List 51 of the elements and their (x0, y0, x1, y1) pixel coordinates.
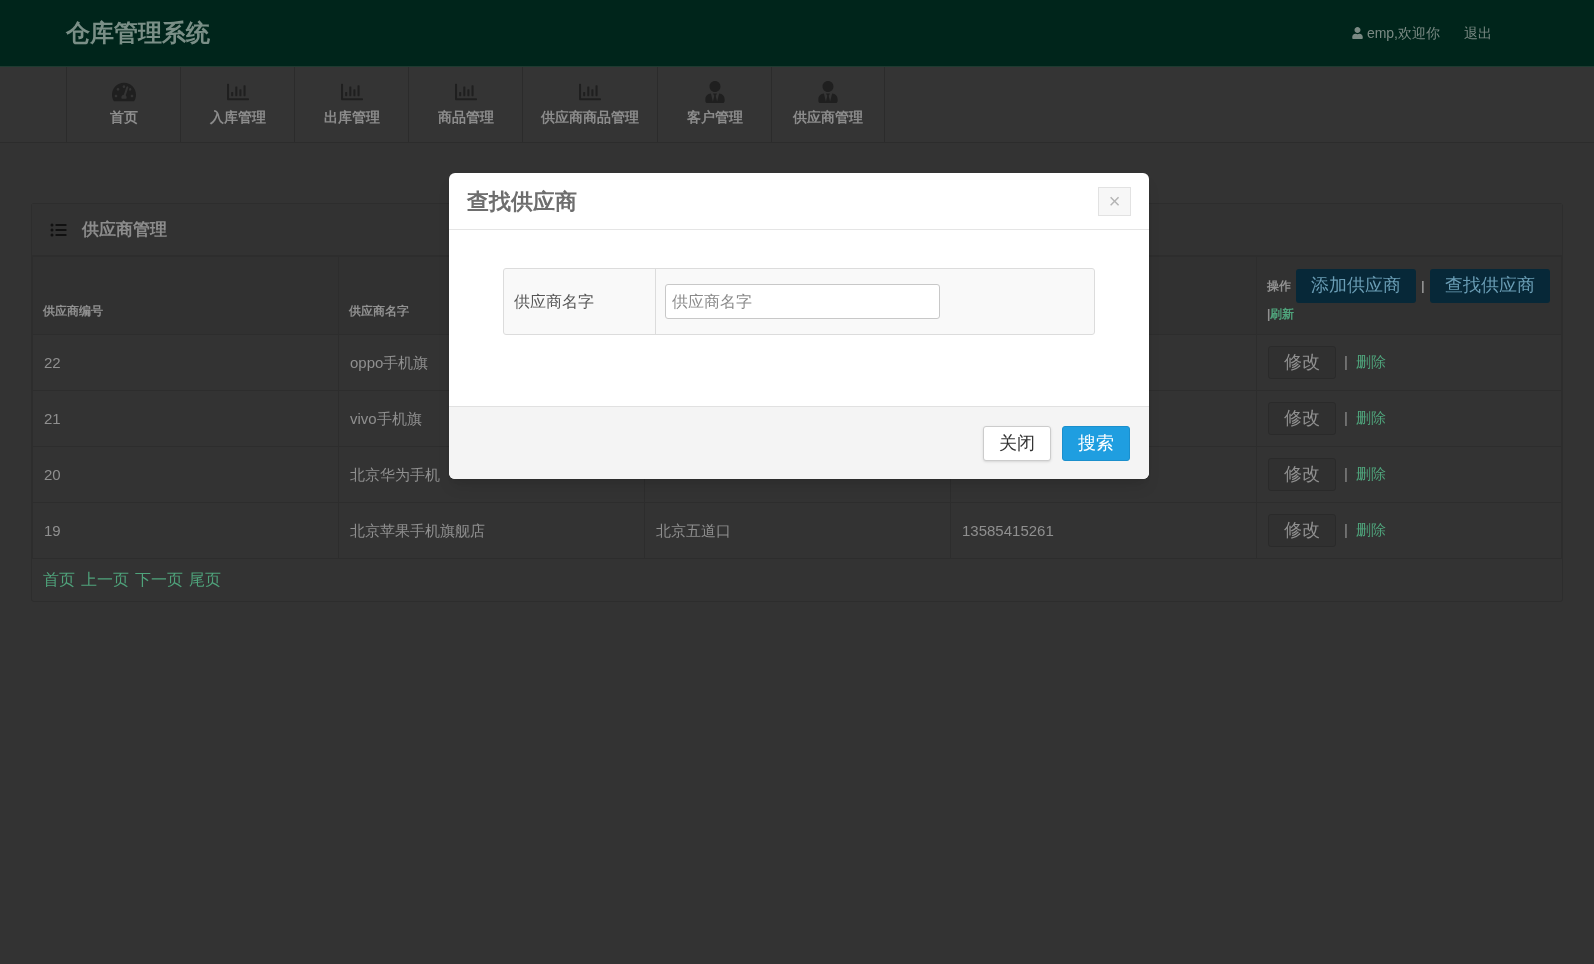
nav-item[interactable]: 商品管理 (408, 67, 522, 142)
logout-link[interactable]: 退出 (1464, 22, 1492, 44)
field-label: 供应商名字 (514, 291, 594, 312)
search-button[interactable]: 搜索 (1062, 425, 1130, 461)
table-cell: 19 (44, 521, 61, 539)
separator: | (1344, 520, 1348, 541)
app-title: 仓库管理系统 (66, 18, 210, 48)
nav-item[interactable]: 客户管理 (657, 67, 771, 142)
edit-button[interactable]: 修改 (1268, 514, 1336, 547)
welcome-link[interactable]: emp,欢迎你 (1366, 22, 1440, 44)
delete-link[interactable]: 删除 (1355, 351, 1386, 374)
separator: | (1344, 352, 1348, 373)
close-dialog-button[interactable]: 关闭 (983, 425, 1051, 461)
table-cell: vivo手机旗 (350, 409, 422, 427)
edit-button[interactable]: 修改 (1268, 458, 1336, 491)
pagination-link[interactable]: 下一页 (135, 568, 183, 592)
panel-title: 供应商管理 (82, 218, 167, 241)
actions-label: 操作 (1267, 277, 1291, 295)
edit-button[interactable]: 修改 (1268, 346, 1336, 379)
delete-link[interactable]: 删除 (1355, 463, 1386, 486)
table-cell: oppo手机旗 (350, 353, 429, 371)
list-icon (49, 221, 68, 238)
table-cell: 21 (44, 409, 61, 427)
delete-link[interactable]: 删除 (1355, 407, 1386, 430)
nav-item[interactable]: 出库管理 (294, 67, 408, 142)
dialog-title: 查找供应商 (467, 187, 577, 216)
column-header: 供应商编号 (32, 256, 339, 335)
user-icon (1351, 27, 1363, 39)
separator: | (1267, 305, 1271, 323)
refresh-link[interactable]: 刷新 (1270, 304, 1295, 323)
table-cell: 北京五道口 (656, 521, 731, 539)
pagination-link[interactable]: 首页 (43, 568, 75, 592)
separator: | (1421, 276, 1425, 295)
table-cell: 22 (44, 353, 61, 371)
pagination-link[interactable]: 尾页 (189, 568, 221, 592)
separator: | (1344, 464, 1348, 485)
nav-item[interactable]: 入库管理 (180, 67, 294, 142)
table-cell: 20 (44, 465, 61, 483)
nav-item[interactable]: 首页 (66, 67, 180, 142)
find-supplier-button[interactable]: 查找供应商 (1429, 268, 1550, 303)
supplier-name-field[interactable]: 供应商名字 (665, 284, 940, 319)
nav-item[interactable]: 供应商商品管理 (522, 67, 657, 142)
table-cell: 北京苹果手机旗舰店 (350, 521, 485, 539)
delete-link[interactable]: 删除 (1355, 519, 1386, 542)
table-cell: 北京华为手机 (350, 465, 440, 483)
table-cell: 13585415261 (962, 521, 1054, 539)
add-supplier-button[interactable]: 添加供应商 (1296, 268, 1416, 303)
separator: | (1344, 408, 1348, 429)
edit-button[interactable]: 修改 (1268, 402, 1336, 435)
pagination-link[interactable]: 上一页 (81, 568, 129, 592)
nav-item[interactable]: 供应商管理 (771, 67, 885, 142)
